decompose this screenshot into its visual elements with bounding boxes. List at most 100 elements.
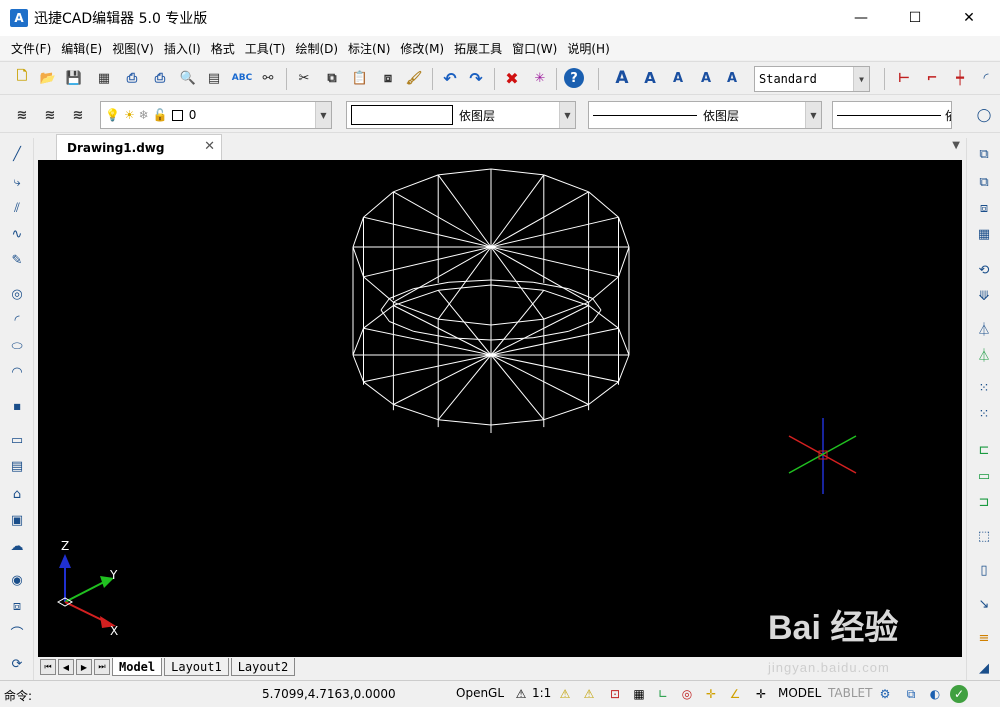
rotate-icon[interactable]: ⟲	[973, 260, 995, 280]
trim-icon[interactable]: ⊏	[973, 440, 995, 460]
radius-dimension-icon[interactable]: ◜	[976, 68, 996, 88]
region-icon[interactable]: ▣	[6, 510, 28, 530]
line-icon[interactable]: ╱	[6, 144, 28, 164]
auto-scale-icon[interactable]: ⚠	[580, 685, 598, 703]
renderer-label[interactable]: OpenGL	[456, 686, 504, 700]
offset-icon[interactable]: ⌒	[6, 622, 28, 642]
circle-tool-icon[interactable]: ◎	[6, 284, 28, 304]
text-style-icon[interactable]: A	[612, 68, 632, 88]
point-icon[interactable]: ■	[6, 396, 28, 416]
undo-icon[interactable]: ↶	[440, 68, 460, 88]
new-file-icon[interactable]: 🗋	[12, 68, 32, 88]
save-as-icon[interactable]: ▦	[94, 68, 114, 88]
array-icon[interactable]: ▦	[973, 224, 995, 244]
layer-previous-icon[interactable]: ≋	[40, 105, 60, 125]
scale-icon[interactable]: ⟱	[973, 286, 995, 306]
print-preview-icon[interactable]: 🔍	[178, 68, 198, 88]
ortho-icon[interactable]: ∟	[654, 685, 672, 703]
revision-cloud-icon[interactable]: ☁	[6, 536, 28, 556]
chevron-down-icon[interactable]: ▼	[805, 102, 821, 128]
menu-edit[interactable]: 编辑(E)	[56, 40, 107, 57]
ordinate-dimension-icon[interactable]: ┿	[950, 68, 970, 88]
grip-icon[interactable]: ⁙	[973, 378, 995, 398]
maximize-button[interactable]: ☐	[892, 0, 938, 36]
annotation-scale-icon[interactable]: ⚠	[512, 685, 530, 703]
snap-icon[interactable]: ⊡	[606, 685, 624, 703]
minimize-button[interactable]: —	[838, 0, 884, 36]
mirror-3d-icon[interactable]: ⏃	[973, 344, 995, 364]
tab-model[interactable]: Model	[112, 658, 163, 676]
polyline-icon[interactable]: ⤷	[6, 172, 28, 192]
prev-tab-icon[interactable]: ◀	[58, 659, 74, 675]
menu-dimension[interactable]: 标注(N)	[343, 40, 395, 57]
last-tab-icon[interactable]: ⏭	[94, 659, 110, 675]
layer-select[interactable]: 💡 ☀ ❄ 🔓 0 ▼	[100, 101, 332, 129]
move-icon[interactable]: ⧈	[973, 198, 995, 218]
print-icon[interactable]: ⎙	[122, 68, 142, 88]
mirror-copy-icon[interactable]: ⧉	[973, 172, 995, 192]
save-icon[interactable]: 💾	[64, 68, 84, 88]
spline-icon[interactable]: ∿	[6, 224, 28, 244]
mirror-icon[interactable]: ⏃	[973, 318, 995, 338]
drawing-canvas[interactable]: Z Y X	[38, 160, 962, 657]
delete-icon[interactable]: ✖	[502, 68, 522, 88]
publish-icon[interactable]: ▤	[204, 68, 224, 88]
multiline-text-icon[interactable]: A	[668, 68, 688, 88]
linetype-select[interactable]: 依图层 ▼	[588, 101, 822, 129]
menu-extended-tools[interactable]: 拓展工具	[449, 40, 507, 57]
osnap-icon[interactable]: ✛	[702, 685, 720, 703]
extend-icon[interactable]: ▭	[973, 466, 995, 486]
workspace-icon[interactable]: ⧉	[902, 685, 920, 703]
chevron-down-icon[interactable]: ▼	[853, 67, 869, 91]
close-tab-icon[interactable]: ✕	[204, 139, 215, 154]
layer-manager-icon[interactable]: ≋	[12, 105, 32, 125]
layer-state-icon[interactable]: ≋	[68, 105, 88, 125]
settings-gear-icon[interactable]: ⚙	[876, 685, 894, 703]
menu-window[interactable]: 窗口(W)	[507, 40, 562, 57]
single-line-text-icon[interactable]: A	[640, 68, 660, 88]
circle-icon[interactable]: ◯	[974, 105, 994, 125]
donut-icon[interactable]: ◉	[6, 570, 28, 590]
text-style-select[interactable]: Standard ▼	[754, 66, 870, 92]
help-icon[interactable]: ?	[564, 68, 584, 88]
spell-check-icon[interactable]: ABC	[232, 68, 252, 88]
next-tab-icon[interactable]: ▶	[76, 659, 92, 675]
paste-icon[interactable]: 📋	[350, 68, 370, 88]
open-folder-icon[interactable]: 📂	[38, 68, 58, 88]
find-text-icon[interactable]: A	[722, 68, 742, 88]
annotation-visibility-icon[interactable]: ⚠	[556, 685, 574, 703]
edit-text-icon[interactable]: A	[696, 68, 716, 88]
refresh-icon[interactable]: ⟳	[6, 654, 28, 674]
print-setup-icon[interactable]: ⎙	[150, 68, 170, 88]
copy-object-icon[interactable]: ⧉	[973, 144, 995, 164]
arc-icon[interactable]: ◜	[6, 310, 28, 330]
break-icon[interactable]: ⊐	[973, 492, 995, 512]
lineweight-select[interactable]: 依	[832, 101, 952, 129]
menu-format[interactable]: 格式	[206, 40, 240, 57]
first-tab-icon[interactable]: ⏮	[40, 659, 56, 675]
redo-icon[interactable]: ↷	[466, 68, 486, 88]
match-properties-icon[interactable]: 🖌	[404, 68, 424, 88]
paste-special-icon[interactable]: ⧈	[378, 68, 398, 88]
wipeout-icon[interactable]: ⧈	[6, 596, 28, 616]
stretch-icon[interactable]: ⁙	[973, 404, 995, 424]
menu-draw[interactable]: 绘制(D)	[290, 40, 343, 57]
chevron-down-icon[interactable]: ▼	[315, 102, 331, 128]
document-tab[interactable]: Drawing1.dwg ✕	[56, 134, 222, 160]
chamfer-icon[interactable]: ⬚	[973, 526, 995, 546]
fillet-icon[interactable]: ↘	[973, 594, 995, 614]
edit-polyline-icon[interactable]: ◢	[973, 658, 995, 678]
otrack-icon[interactable]: ∠	[726, 685, 744, 703]
color-select[interactable]: 依图层 ▼	[346, 101, 576, 129]
check-icon[interactable]: ✓	[950, 685, 968, 703]
tab-list-chevron-icon[interactable]: ▼	[952, 140, 960, 151]
boundary-icon[interactable]: ⌂	[6, 484, 28, 504]
aligned-dimension-icon[interactable]: ⌐	[922, 68, 942, 88]
find-icon[interactable]: ⚯	[258, 68, 278, 88]
join-icon[interactable]: ▯	[973, 560, 995, 580]
hatch-icon[interactable]: ▤	[6, 456, 28, 476]
ellipse-arc-icon[interactable]: ◠	[6, 362, 28, 382]
polar-icon[interactable]: ◎	[678, 685, 696, 703]
close-button[interactable]: ✕	[946, 0, 992, 36]
tab-layout1[interactable]: Layout1	[164, 658, 229, 676]
